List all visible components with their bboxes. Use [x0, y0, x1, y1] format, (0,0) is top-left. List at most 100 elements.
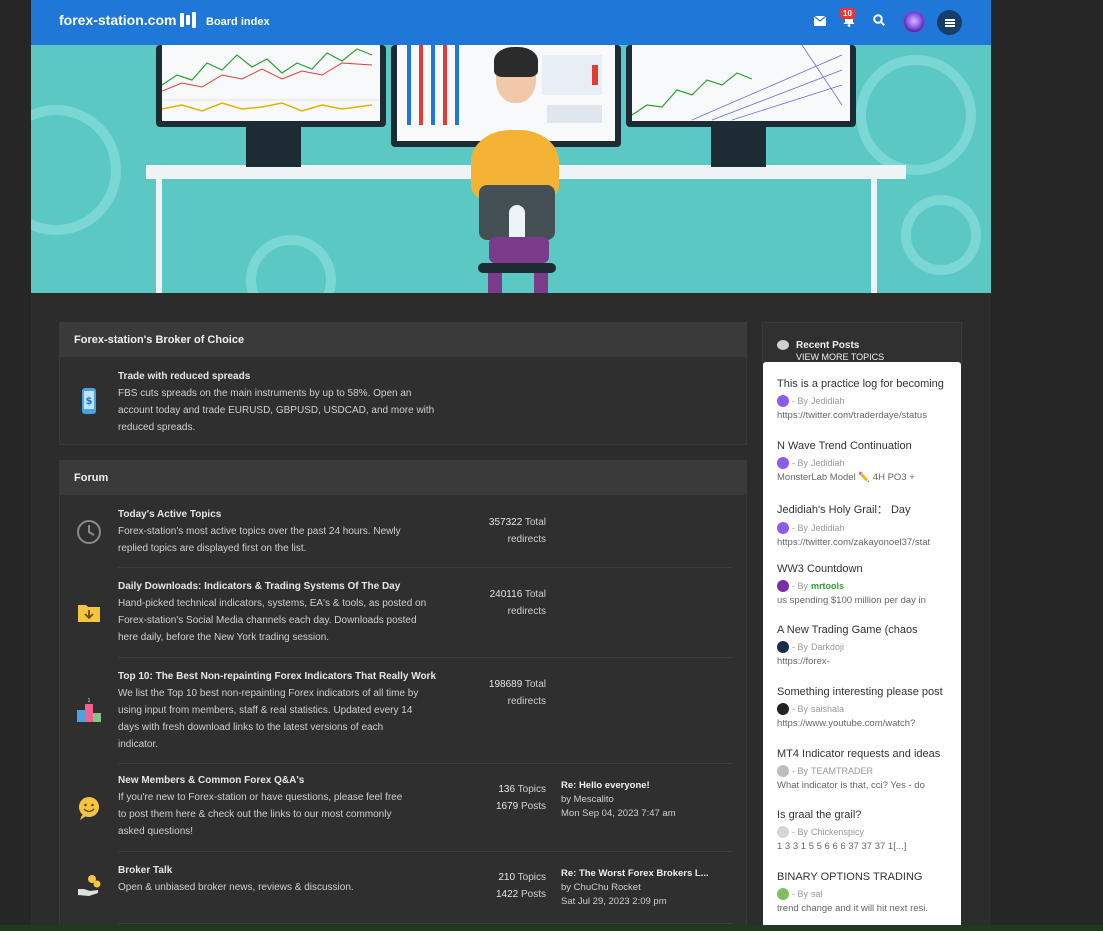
topic-post-stats: 210 Topics 1422 Posts: [495, 872, 546, 900]
by-label: - By: [792, 458, 809, 468]
by-label: - By: [792, 396, 809, 406]
recent-post-item[interactable]: Jedidiah's Holy Grail： Day - By Jedidiah ht…: [777, 501, 955, 548]
forum-title[interactable]: New Members & Common Forex Q&A's: [118, 775, 304, 786]
envelope-icon[interactable]: [813, 14, 827, 29]
username-link[interactable]: Darkdoji: [811, 642, 844, 652]
recent-post-excerpt: What indicator is that, cci? Yes - do: [777, 780, 925, 791]
redirect-stats: 240116 Total redirects: [489, 589, 546, 617]
avatar[interactable]: [777, 703, 789, 715]
recent-posts-list: This is a practice log for becoming - By J…: [763, 362, 961, 931]
notification-badge: 10: [840, 8, 855, 19]
username-link[interactable]: TEAMTRADER: [811, 766, 873, 776]
avatar[interactable]: [777, 580, 789, 592]
last-post-title[interactable]: Re: Hello everyone!: [561, 779, 676, 793]
panel-heading: Forum: [60, 461, 746, 495]
topic-post-stats: 136 Topics 1679 Posts: [495, 784, 546, 812]
recent-post-title[interactable]: A New Trading Game (chaos: [777, 624, 955, 636]
chart-monitor: [156, 45, 386, 127]
forum-description: If you're new to Forex-station or have q…: [118, 792, 403, 837]
broker-title[interactable]: Trade with reduced spreads: [118, 371, 250, 382]
site-logo[interactable]: forex-station.com: [59, 12, 197, 28]
by-label: - By: [792, 523, 809, 533]
view-more-topics-link[interactable]: VIEW MORE TOPICS: [796, 352, 884, 362]
recent-post-byline: - By Jedidiah: [777, 522, 955, 534]
recent-post-item[interactable]: BINARY OPTIONS TRADING - By sal trend chang…: [777, 871, 955, 914]
by-label: - By: [792, 704, 809, 714]
username-link[interactable]: Chickenspicy: [811, 827, 864, 837]
forum-title[interactable]: Daily Downloads: Indicators & Trading Sy…: [118, 581, 400, 592]
svg-text:1: 1: [87, 698, 90, 704]
chat-bubbles-icon: [777, 340, 789, 350]
forum-row: 1 Top 10: The Best Non-repainting Forex …: [60, 661, 746, 759]
svg-text:$: $: [86, 396, 93, 407]
avatar[interactable]: [777, 641, 789, 653]
candles-icon: [180, 12, 197, 28]
recent-post-item[interactable]: WW3 Countdown - By mrtools us spending $100…: [777, 563, 955, 606]
search-icon[interactable]: [873, 14, 886, 29]
board-index-link[interactable]: Board index: [206, 16, 270, 28]
recent-post-item[interactable]: N Wave Trend Continuation - By Jedidiah Mon…: [777, 440, 955, 483]
clock-icon: [76, 519, 102, 545]
last-post: Re: Hello everyone! by Mescalito Mon Sep…: [561, 779, 676, 821]
chart-monitor: [626, 45, 856, 127]
top-navbar: forex-station.com Board index 10: [31, 0, 991, 45]
username-link[interactable]: Jedidiah: [811, 523, 845, 533]
row-divider: [118, 657, 732, 658]
recent-post-byline: - By Jedidiah: [777, 395, 955, 407]
recent-post-excerpt: trend change and it will hit next resi.: [777, 903, 929, 914]
gear-icon: [31, 105, 121, 235]
avatar[interactable]: [777, 826, 789, 838]
username-link[interactable]: Jedidiah: [811, 396, 845, 406]
logo-text: forex-station.com: [59, 12, 177, 28]
recent-post-title[interactable]: N Wave Trend Continuation: [777, 440, 955, 452]
recent-post-title[interactable]: Is graal the grail?: [777, 809, 955, 821]
recent-post-item[interactable]: A New Trading Game (chaos - By Darkdoji htt…: [777, 624, 955, 667]
recent-post-byline: - By Jedidiah: [777, 457, 955, 469]
recent-post-title[interactable]: WW3 Countdown: [777, 563, 955, 575]
forum-title[interactable]: Today's Active Topics: [118, 509, 221, 520]
panel-heading: Forex-station's Broker of Choice: [60, 323, 746, 357]
forum-description: Open & unbiased broker news, reviews & d…: [118, 882, 354, 893]
recent-post-item[interactable]: Something interesting please post - By sai…: [777, 686, 955, 729]
recent-post-byline: - By mrtools: [777, 580, 955, 592]
username-link[interactable]: Jedidiah: [811, 458, 845, 468]
recent-post-excerpt: us spending $100 million per day in: [777, 595, 926, 606]
last-post-title[interactable]: Re: The Worst Forex Brokers L...: [561, 867, 709, 881]
forum-description: Forex-station's most active topics over …: [118, 526, 401, 554]
recent-post-title[interactable]: This is a practice log for becoming: [777, 378, 955, 390]
hamburger-icon[interactable]: [937, 10, 962, 35]
recent-post-item[interactable]: Is graal the grail? - By Chickenspicy 1 3 3…: [777, 809, 955, 852]
forum-description: Hand-picked technical indicators, system…: [118, 598, 427, 643]
avatar[interactable]: [777, 457, 789, 469]
last-post-author[interactable]: by Mescalito: [561, 793, 676, 807]
recent-post-byline: - By Darkdoji: [777, 641, 955, 653]
recent-post-title[interactable]: Something interesting please post: [777, 686, 955, 698]
username-link[interactable]: mrtools: [811, 581, 844, 591]
recent-post-title[interactable]: MT4 Indicator requests and ideas: [777, 748, 955, 760]
forum-row: Today's Active Topics Forex-station's mo…: [60, 497, 746, 567]
last-post-date: Mon Sep 04, 2023 7:47 am: [561, 808, 676, 819]
forum-row: Daily Downloads: Indicators & Trading Sy…: [60, 571, 746, 655]
user-avatar[interactable]: [903, 11, 925, 33]
forum-title[interactable]: Top 10: The Best Non-repainting Forex In…: [118, 671, 436, 682]
broker-description: FBS cuts spreads on the main instruments…: [118, 388, 435, 433]
recent-post-byline: - By TEAMTRADER: [777, 765, 955, 777]
recent-post-item[interactable]: MT4 Indicator requests and ideas - By TEAM…: [777, 748, 955, 791]
recent-post-title[interactable]: Jedidiah's Holy Grail： Day: [777, 501, 955, 517]
forum-panel: Forum Today's Active Topics Forex-statio…: [59, 460, 747, 931]
forum-title[interactable]: Broker Talk: [118, 865, 172, 876]
avatar[interactable]: [777, 888, 789, 900]
username-link[interactable]: saishala: [811, 704, 844, 714]
recent-post-title[interactable]: BINARY OPTIONS TRADING: [777, 871, 955, 883]
avatar[interactable]: [777, 395, 789, 407]
avatar[interactable]: [777, 765, 789, 777]
by-label: - By: [792, 766, 809, 776]
username-link[interactable]: sal: [811, 889, 823, 899]
last-post-author[interactable]: by ChuChu Rocket: [561, 881, 709, 895]
redirect-stats: 198689 Total redirects: [488, 679, 546, 707]
by-label: - By: [792, 642, 809, 652]
row-divider: [118, 851, 732, 852]
recent-post-item[interactable]: This is a practice log for becoming - By J…: [777, 378, 955, 421]
recent-posts-title: Recent Posts: [796, 340, 860, 351]
avatar[interactable]: [777, 522, 789, 534]
